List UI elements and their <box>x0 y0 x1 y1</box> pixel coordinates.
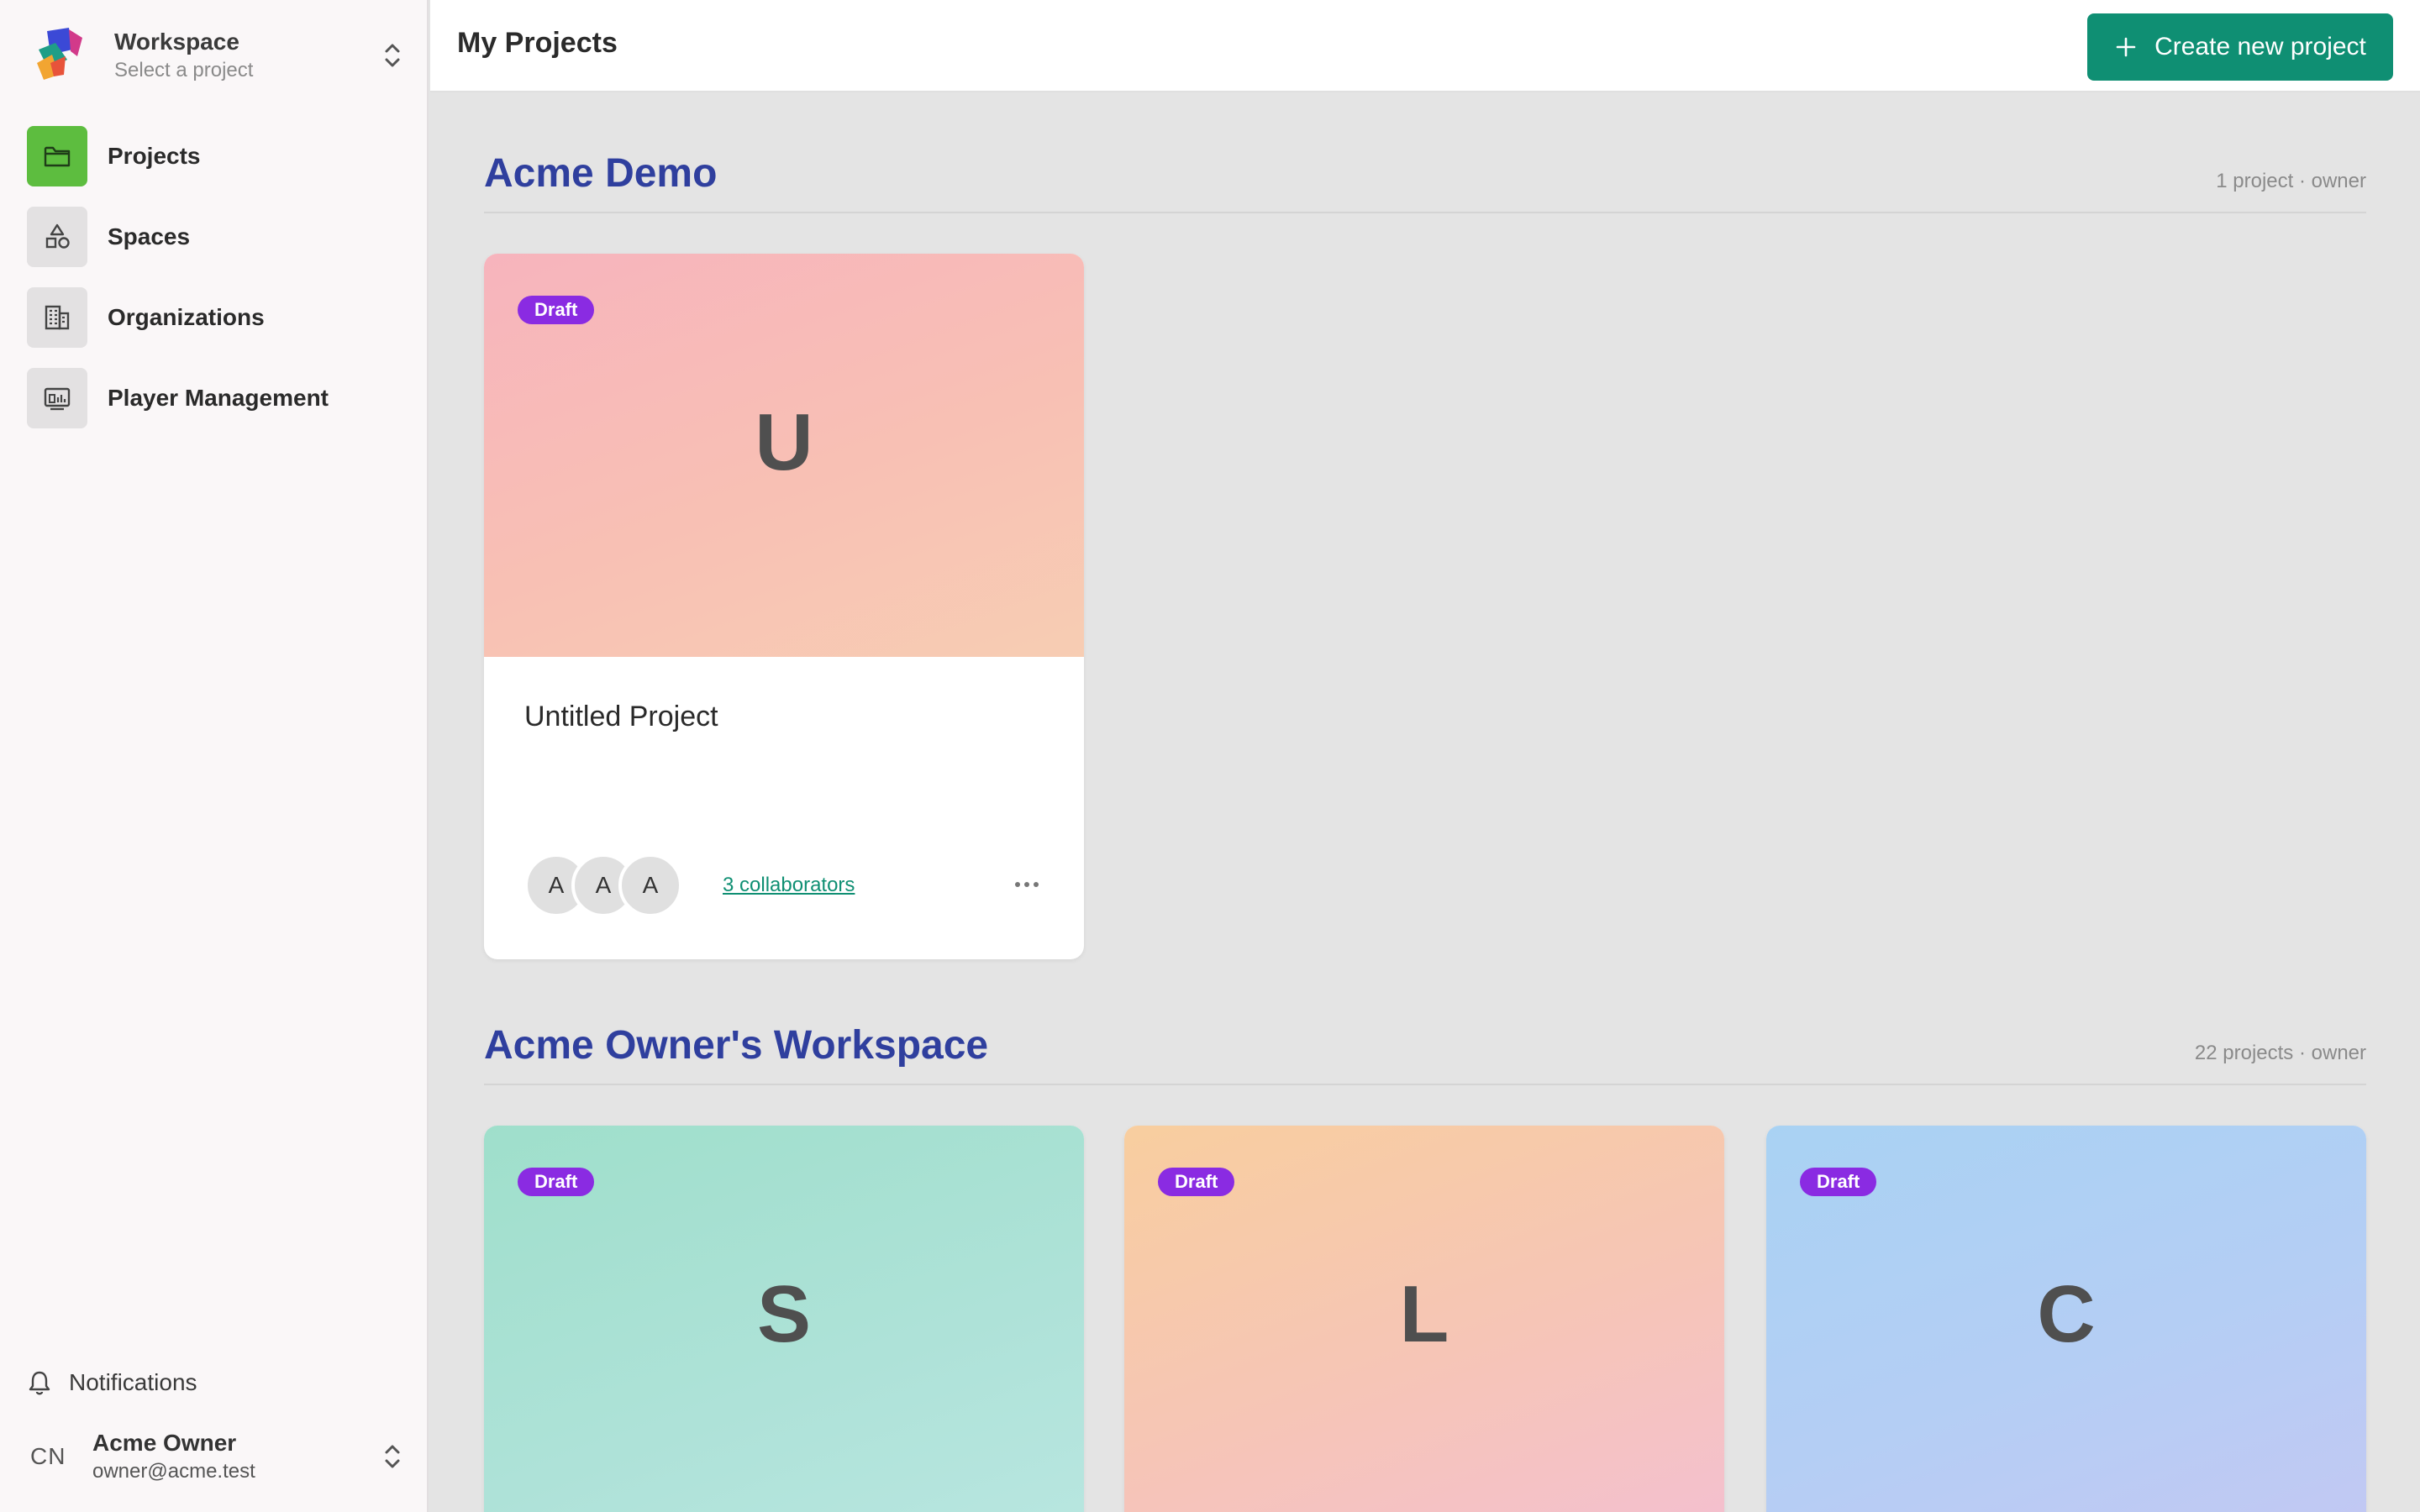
sidebar-item-label: Projects <box>108 143 201 169</box>
project-card-body: Untitled Project A A A 3 collaborators <box>484 657 1084 959</box>
plus-icon <box>2114 35 2138 59</box>
project-initial: L <box>1399 1269 1449 1359</box>
workspace-subtitle: Select a project <box>114 59 254 81</box>
project-card[interactable]: Draft C <box>1766 1126 2366 1512</box>
workspace-switcher[interactable]: Workspace Select a project <box>30 24 405 87</box>
project-initial: S <box>756 1269 812 1359</box>
user-email: owner@acme.test <box>92 1460 255 1483</box>
user-menu[interactable]: CN Acme Owner owner@acme.test <box>30 1423 405 1490</box>
sidebar-item-label: Organizations <box>108 304 265 330</box>
status-badge: Draft <box>1158 1168 1235 1196</box>
avatar: A <box>618 853 682 917</box>
project-title[interactable]: Untitled Project <box>524 701 718 733</box>
page-title: My Projects <box>457 27 618 59</box>
project-thumbnail[interactable]: Draft L <box>1124 1126 1724 1512</box>
project-card[interactable]: Draft S <box>484 1126 1084 1512</box>
project-initial: U <box>755 397 813 487</box>
folder-icon <box>27 126 87 186</box>
shapes-icon <box>27 207 87 267</box>
sidebar-item-label: Spaces <box>108 223 191 249</box>
app-logo-icon <box>37 28 82 80</box>
more-options-button[interactable] <box>1010 872 1044 897</box>
avatar: CN <box>30 1443 66 1469</box>
sidebar-item-spaces[interactable]: Spaces <box>27 207 402 267</box>
project-thumbnail[interactable]: Draft U <box>484 254 1084 657</box>
status-badge: Draft <box>518 296 595 324</box>
create-new-project-button[interactable]: Create new project <box>2087 13 2393 81</box>
notifications-button[interactable]: Notifications <box>27 1366 197 1399</box>
section-header: Acme Demo 1 project · owner <box>484 92 2366 213</box>
project-thumbnail[interactable]: Draft S <box>484 1126 1084 1512</box>
status-badge: Draft <box>1800 1168 1877 1196</box>
section-title[interactable]: Acme Owner's Workspace <box>484 1022 988 1068</box>
section-header: Acme Owner's Workspace 22 projects · own… <box>484 964 2366 1085</box>
section-meta: 22 projects · owner <box>2194 1042 2366 1064</box>
workspace-title: Workspace <box>114 29 239 55</box>
status-badge: Draft <box>518 1168 595 1196</box>
sidebar-nav: Projects Spaces Organizations Player Man… <box>27 126 402 449</box>
sidebar-item-player-management[interactable]: Player Management <box>27 368 402 428</box>
collaborator-avatars[interactable]: A A A <box>524 853 682 917</box>
section-meta: 1 project · owner <box>2216 170 2366 192</box>
sidebar-item-label: Player Management <box>108 385 329 411</box>
chevron-up-down-icon <box>385 1445 400 1468</box>
project-initial: C <box>2037 1269 2096 1359</box>
chevron-up-down-icon <box>385 44 400 67</box>
project-card[interactable]: Draft U Untitled Project A A A 3 collabo… <box>484 254 1084 959</box>
player-monitor-icon <box>27 368 87 428</box>
top-bar: My Projects Create new project <box>430 0 2420 92</box>
sidebar: Workspace Select a project Projects Spac… <box>0 0 429 1512</box>
create-new-project-label: Create new project <box>2154 33 2366 60</box>
building-icon <box>27 287 87 348</box>
ellipsis-icon <box>1015 882 1039 887</box>
bell-icon <box>29 1371 50 1395</box>
sidebar-item-organizations[interactable]: Organizations <box>27 287 402 348</box>
collaborators-link[interactable]: 3 collaborators <box>723 874 855 897</box>
section-title[interactable]: Acme Demo <box>484 150 717 197</box>
project-thumbnail[interactable]: Draft C <box>1766 1126 2366 1512</box>
notifications-label: Notifications <box>69 1369 197 1395</box>
sidebar-item-projects[interactable]: Projects <box>27 126 402 186</box>
project-card[interactable]: Draft L <box>1124 1126 1724 1512</box>
user-name: Acme Owner <box>92 1430 237 1456</box>
